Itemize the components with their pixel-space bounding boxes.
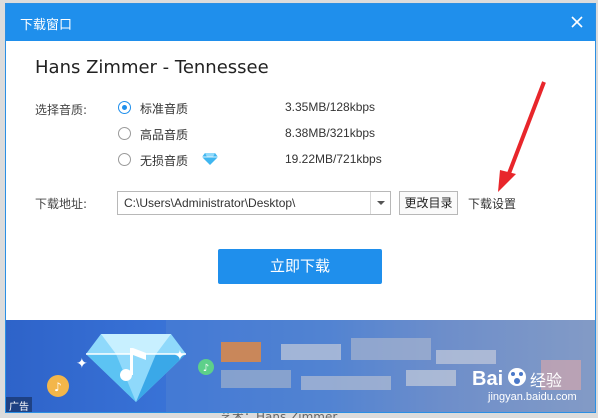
svg-text:✦: ✦ <box>174 348 186 364</box>
path-label: 下载地址: <box>35 197 88 211</box>
quality-option-lossless[interactable]: 无损音质 19.22MB/721kbps <box>118 151 418 169</box>
quality-option-name: 无损音质 <box>140 154 189 168</box>
song-title: Hans Zimmer - Tennessee <box>35 57 269 78</box>
download-path-select[interactable]: C:\Users\Administrator\Desktop\ <box>117 191 391 215</box>
quality-option-size: 19.22MB/721kbps <box>285 152 382 166</box>
watermark-brand: 经验 <box>530 373 563 390</box>
download-settings-link[interactable]: 下载设置 <box>468 195 516 212</box>
svg-text:♪: ♪ <box>203 363 209 374</box>
window-title: 下载窗口 <box>20 18 73 33</box>
quality-label: 选择音质: <box>35 103 88 117</box>
ad-label: 广告 <box>6 397 32 412</box>
download-dialog: 下载窗口 Hans Zimmer - Tennessee 选择音质: 标准音质 … <box>5 3 596 413</box>
diamond-music-icon: ♪ ♪ ✦ ✦ <box>47 334 214 402</box>
quality-option-standard[interactable]: 标准音质 3.35MB/128kbps <box>118 99 418 117</box>
diamond-icon <box>202 152 218 166</box>
svg-text:Bai: Bai <box>472 368 503 390</box>
quality-option-name: 高品音质 <box>140 128 189 142</box>
title-bar[interactable]: 下载窗口 <box>6 4 595 41</box>
radio-lossless[interactable] <box>118 153 131 166</box>
chevron-down-icon[interactable] <box>370 192 390 214</box>
watermark-url: jingyan.baidu.com <box>488 391 577 403</box>
download-now-button[interactable]: 立即下载 <box>218 249 382 284</box>
quality-option-high[interactable]: 高品音质 8.38MB/321kbps <box>118 125 418 143</box>
change-directory-button[interactable]: 更改目录 <box>399 191 458 215</box>
radio-high[interactable] <box>118 127 131 140</box>
svg-text:✦: ✦ <box>76 356 88 372</box>
baidu-logo-icon: Bai <box>472 368 526 390</box>
download-path-value: C:\Users\Administrator\Desktop\ <box>124 196 296 210</box>
close-icon[interactable] <box>567 12 587 32</box>
radio-standard[interactable] <box>118 101 131 114</box>
watermark: Bai 经验 jingyan.baidu.com <box>472 359 595 409</box>
quality-option-name: 标准音质 <box>140 102 189 116</box>
quality-option-size: 3.35MB/128kbps <box>285 100 376 114</box>
quality-option-size: 8.38MB/321kbps <box>285 126 376 140</box>
svg-text:♪: ♪ <box>54 380 62 394</box>
